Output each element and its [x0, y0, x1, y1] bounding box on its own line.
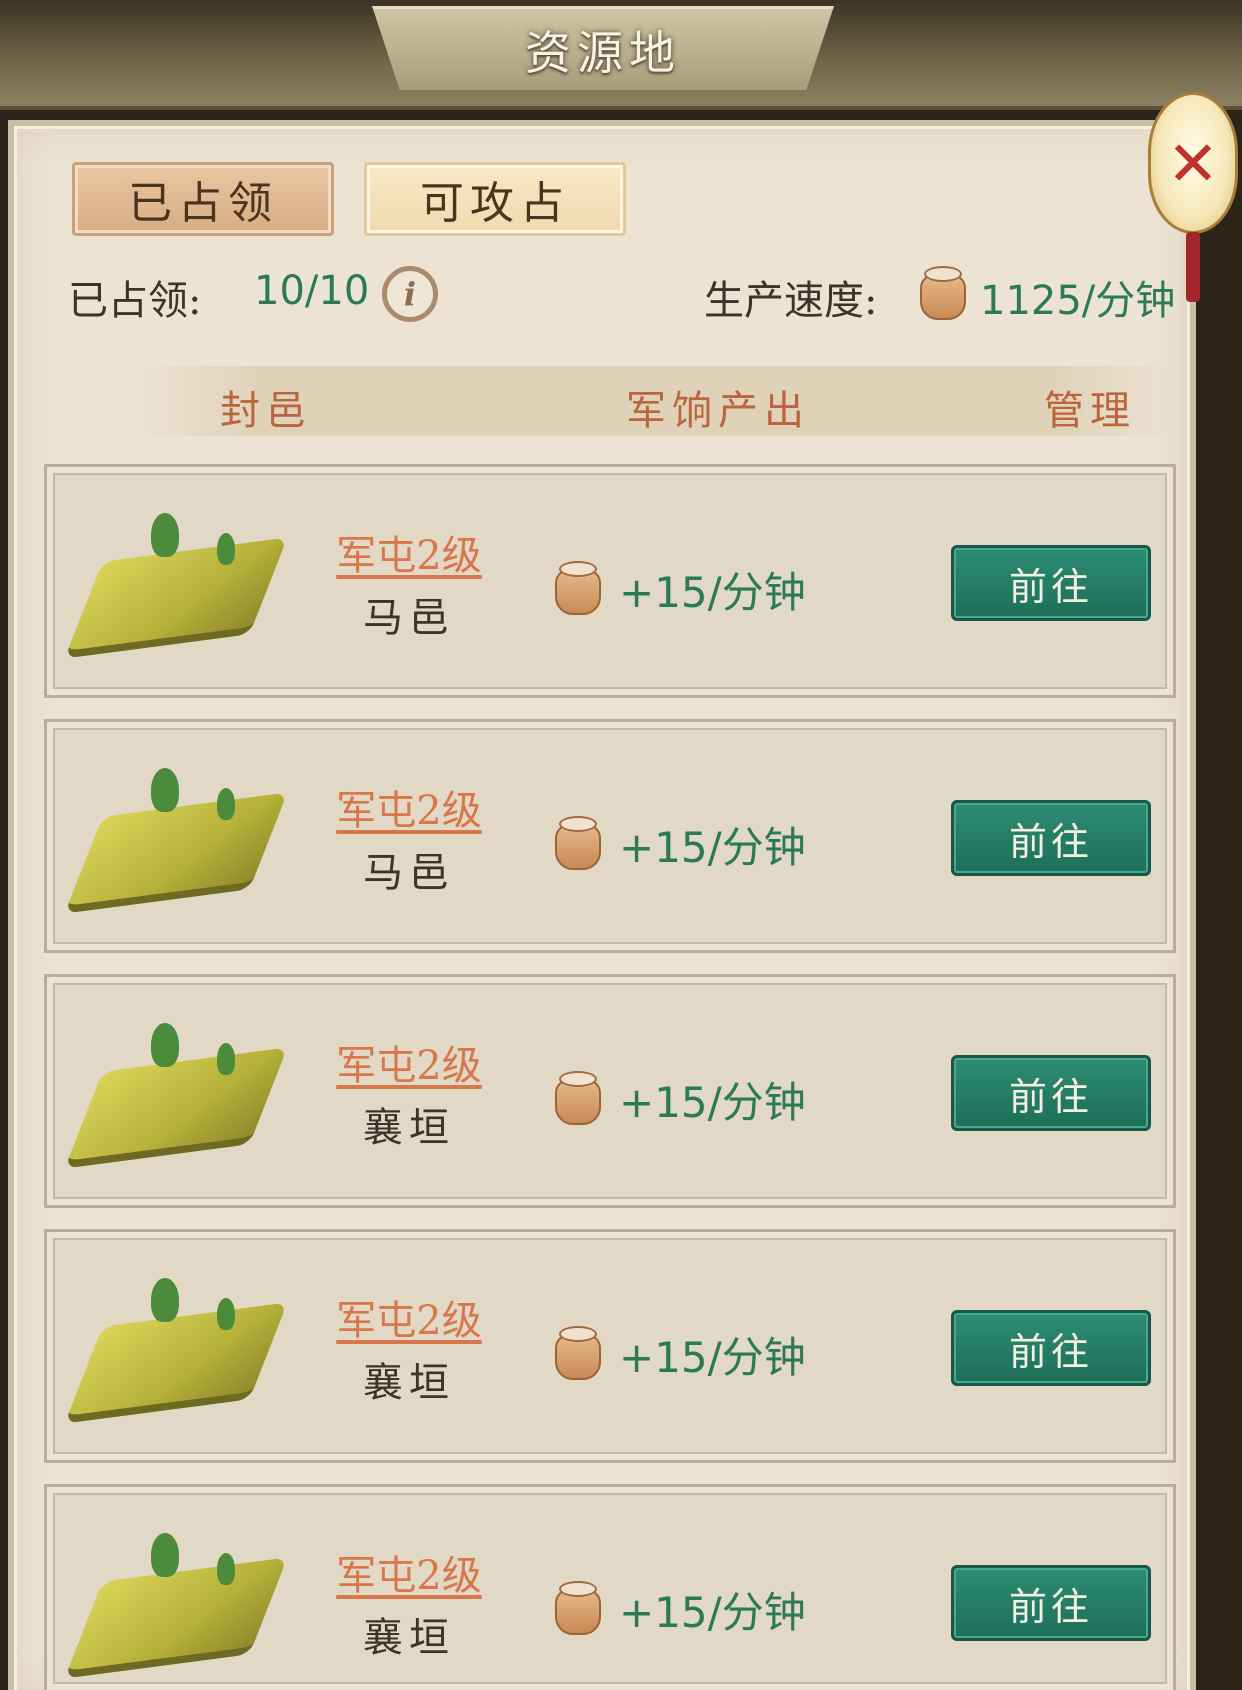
- go-button[interactable]: 前往: [951, 1565, 1151, 1641]
- go-button[interactable]: 前往: [951, 800, 1151, 876]
- lantern-tassel: [1186, 232, 1200, 302]
- occupied-label: 已占领:: [68, 278, 202, 324]
- tab-occupied[interactable]: 已占领: [72, 162, 334, 236]
- table-row: 军屯2级 襄垣 +15/分钟 前往: [44, 1229, 1176, 1463]
- fief-level-link[interactable]: 军屯2级: [309, 1543, 509, 1601]
- farmland-icon: [64, 766, 288, 914]
- table-row: 军屯2级 马邑 +15/分钟 前往: [44, 719, 1176, 953]
- go-button[interactable]: 前往: [951, 1055, 1151, 1131]
- fief-name: 襄垣: [363, 1105, 455, 1151]
- fief-name: 马邑: [363, 595, 455, 641]
- column-header-output: 军饷产出: [626, 388, 810, 434]
- fief-level-link[interactable]: 军屯2级: [309, 1033, 509, 1091]
- fief-level-link[interactable]: 军屯2级: [309, 1288, 509, 1346]
- pay-sack-icon: [551, 1579, 605, 1637]
- pay-sack-icon: [551, 1069, 605, 1127]
- pay-output: +15/分钟: [619, 823, 806, 872]
- go-button[interactable]: 前往: [951, 1310, 1151, 1386]
- title-plaque: 资源地: [372, 6, 834, 90]
- pay-sack-icon: [916, 264, 970, 322]
- production-speed-value: 1125/分钟: [980, 278, 1176, 324]
- pay-output: +15/分钟: [619, 1078, 806, 1127]
- table-row: 军屯2级 襄垣 +15/分钟 前往: [44, 974, 1176, 1208]
- pay-output: +15/分钟: [619, 1588, 806, 1637]
- fief-level-link[interactable]: 军屯2级: [309, 778, 509, 836]
- production-speed-label: 生产速度:: [704, 278, 878, 324]
- fief-name: 马邑: [363, 850, 455, 896]
- info-icon[interactable]: i: [382, 266, 438, 322]
- go-button[interactable]: 前往: [951, 545, 1151, 621]
- fief-name: 襄垣: [363, 1360, 455, 1406]
- fief-name: 襄垣: [363, 1615, 455, 1661]
- close-lantern-icon[interactable]: ✕: [1148, 92, 1238, 234]
- pay-output: +15/分钟: [619, 568, 806, 617]
- farmland-icon: [64, 1276, 288, 1424]
- column-header-fief: 封邑: [220, 388, 312, 434]
- pay-sack-icon: [551, 814, 605, 872]
- pay-sack-icon: [551, 559, 605, 617]
- pay-output: +15/分钟: [619, 1333, 806, 1382]
- farmland-icon: [64, 1531, 288, 1679]
- occupied-count: 10/10: [254, 268, 370, 314]
- column-header-manage: 管理: [1044, 388, 1136, 434]
- pay-sack-icon: [551, 1324, 605, 1382]
- close-x-icon: ✕: [1167, 126, 1219, 200]
- table-row: 军屯2级 襄垣 +15/分钟 前往: [44, 1484, 1176, 1690]
- fief-level-link[interactable]: 军屯2级: [309, 523, 509, 581]
- farmland-icon: [64, 511, 288, 659]
- window-title: 资源地: [525, 25, 681, 80]
- farmland-icon: [64, 1021, 288, 1169]
- tab-attackable[interactable]: 可攻占: [364, 162, 626, 236]
- table-row: 军屯2级 马邑 +15/分钟 前往: [44, 464, 1176, 698]
